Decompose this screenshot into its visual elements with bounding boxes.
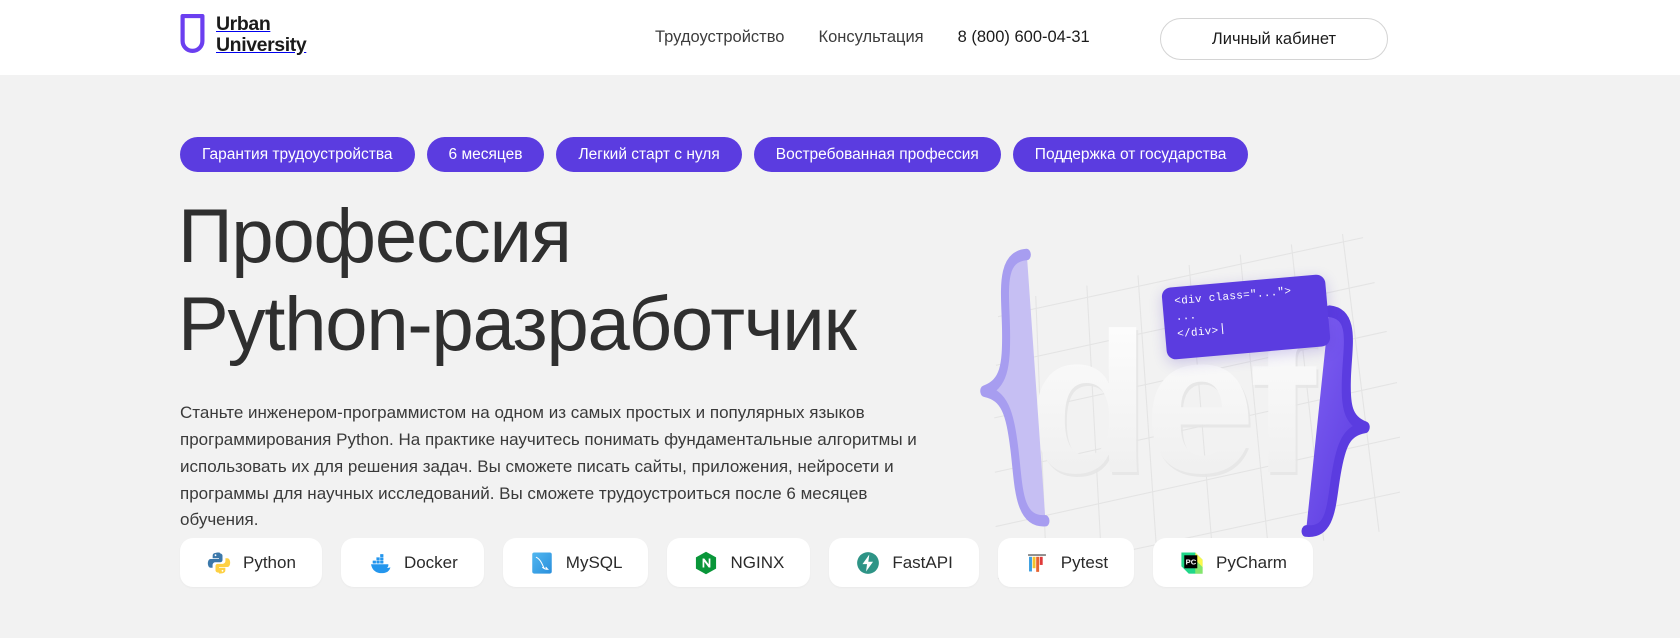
logo-wordmark: Urban University <box>216 12 307 56</box>
badge-in-demand[interactable]: Востребованная профессия <box>753 137 1001 172</box>
python-icon <box>207 551 231 574</box>
logo-line-2: University <box>216 34 307 56</box>
badge-easy-start[interactable]: Легкий старт с нуля <box>556 137 742 172</box>
main-navigation: Трудоустройство Консультация 8 (800) 600… <box>655 0 1090 75</box>
badge-duration[interactable]: 6 месяцев <box>426 137 545 172</box>
site-logo[interactable]: Urban University <box>180 12 307 56</box>
tech-chip-label: Python <box>243 552 296 572</box>
tech-chip-label: Pytest <box>1060 552 1109 572</box>
tech-chip-nginx[interactable]: NGINX <box>667 538 811 587</box>
code-caret-icon <box>1221 322 1224 334</box>
docker-icon <box>369 553 391 573</box>
badge-employment-guarantee[interactable]: Гарантия трудоустройства <box>180 137 415 172</box>
nav-link-employment[interactable]: Трудоустройство <box>655 28 784 47</box>
site-header: Urban University Трудоустройство Консуль… <box>0 0 1680 75</box>
tech-chip-mysql[interactable]: MySQL <box>502 538 649 587</box>
nav-link-consultation[interactable]: Консультация <box>818 28 923 47</box>
tech-chip-docker[interactable]: Docker <box>340 538 484 587</box>
tech-chip-fastapi[interactable]: FastAPI <box>829 538 979 587</box>
hero-description: Станьте инженером-программистом на одном… <box>180 403 917 530</box>
pytest-icon <box>1027 553 1046 572</box>
hero-section: def def <div class="..."> ... </div> Гар <box>0 75 1680 638</box>
header-phone-number[interactable]: 8 (800) 600-04-31 <box>958 28 1090 47</box>
page-title-line-1: Профессия <box>178 194 572 279</box>
tech-stack-list: Python Docker MySQL NGINX FastAPI Pytest… <box>180 538 1313 587</box>
code-snippet-card: <div class="..."> ... </div> <box>1161 273 1331 361</box>
page-title: Профессия Python-разработчик <box>178 193 857 369</box>
landing-page: Urban University Трудоустройство Консуль… <box>0 0 1680 638</box>
tech-chip-python[interactable]: Python <box>180 538 322 587</box>
tech-chip-label: PyCharm <box>1216 552 1287 572</box>
u-shield-icon <box>180 14 205 53</box>
tech-chip-label: NGINX <box>730 552 785 572</box>
mysql-icon <box>532 551 552 574</box>
hero-badge-list: Гарантия трудоустройства 6 месяцев Легки… <box>180 137 1249 172</box>
tech-chip-pycharm[interactable]: PC PyCharm <box>1153 538 1313 587</box>
pycharm-icon: PC <box>1181 551 1203 574</box>
tech-chip-label: FastAPI <box>892 552 953 572</box>
perspective-grid <box>994 234 1400 585</box>
tech-chip-label: Docker <box>403 552 458 572</box>
nginx-icon <box>696 551 717 574</box>
svg-text:PC: PC <box>1186 557 1197 566</box>
page-title-line-2: Python-разработчик <box>178 282 857 368</box>
personal-account-button[interactable]: Личный кабинет <box>1160 18 1388 60</box>
logo-line-1: Urban <box>216 12 271 35</box>
fastapi-icon <box>857 551 880 574</box>
tech-chip-pytest[interactable]: Pytest <box>997 538 1135 587</box>
badge-state-support[interactable]: Поддержка от государства <box>1012 137 1249 172</box>
code-line-3: </div> <box>1176 325 1220 341</box>
open-brace-shape <box>980 248 1050 527</box>
tech-chip-label: MySQL <box>565 552 623 572</box>
